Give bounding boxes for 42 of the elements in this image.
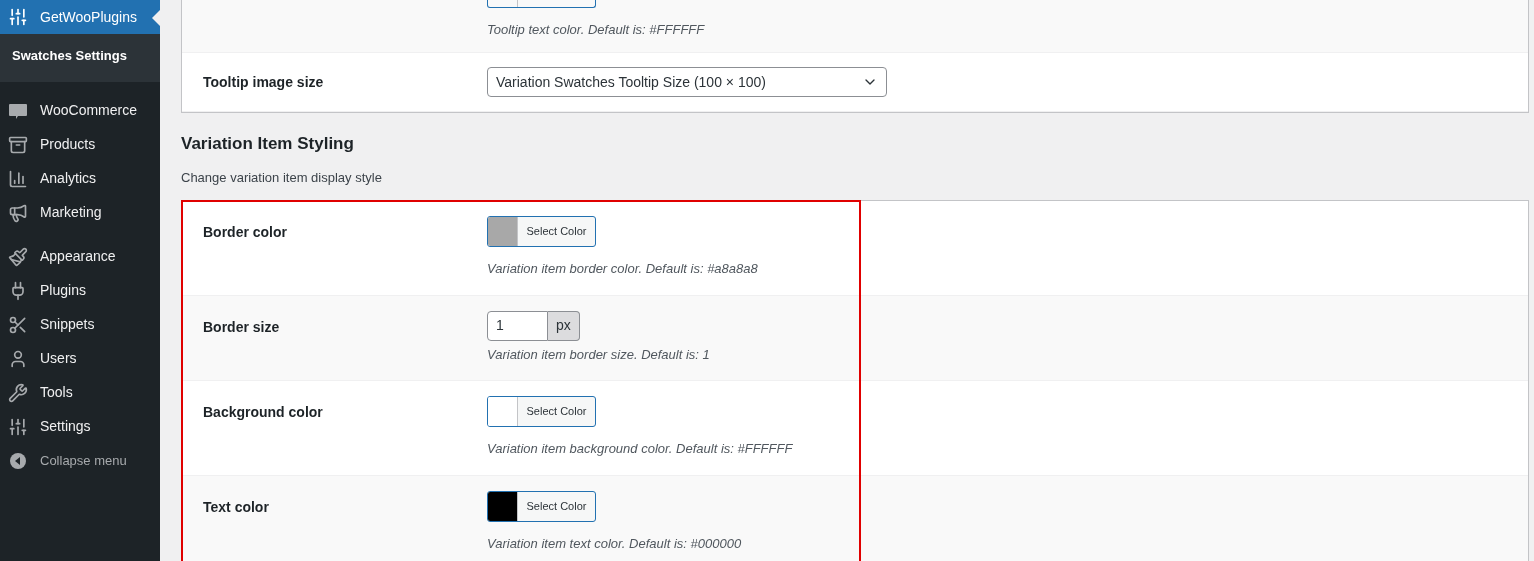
field-description: Variation item border color. Default is: #a8a8a8 bbox=[487, 260, 758, 278]
field-label: Background color bbox=[203, 403, 324, 422]
color-picker-button[interactable]: Select Color bbox=[487, 396, 596, 427]
collapse-menu-button[interactable]: Collapse menu bbox=[0, 443, 160, 478]
sliders-icon bbox=[8, 7, 28, 27]
unit-label: px bbox=[548, 310, 580, 341]
number-field[interactable]: 1 bbox=[487, 310, 548, 341]
field-label: Tooltip image size bbox=[203, 74, 324, 90]
archive-icon bbox=[8, 134, 28, 155]
field-description: Variation item background color. Default is: #FFFFFF bbox=[487, 440, 793, 458]
color-picker-button[interactable] bbox=[487, 0, 596, 8]
color-picker-button[interactable]: Select Color bbox=[487, 216, 596, 247]
color-picker-button[interactable]: Select Color bbox=[487, 490, 596, 522]
collapse-icon bbox=[8, 450, 28, 471]
section-title: Variation Item Styling bbox=[181, 133, 355, 155]
field-label: Border color bbox=[203, 223, 288, 242]
menu-item[interactable]: Snippets bbox=[0, 307, 160, 342]
field-description: Variation item text color. Default is: #000000 bbox=[487, 534, 742, 553]
field-label: Border size bbox=[203, 317, 281, 337]
field-label: Text color bbox=[203, 497, 270, 517]
size-dropdown[interactable]: Variation Swatches Tooltip Size (100 × 100) bbox=[487, 67, 887, 97]
menu-item[interactable]: Appearance bbox=[0, 239, 160, 274]
menu-item[interactable]: Settings bbox=[0, 409, 160, 444]
menu-item[interactable]: Users bbox=[0, 341, 160, 376]
menu-item[interactable]: Marketing bbox=[0, 195, 160, 230]
megaphone-icon bbox=[8, 202, 28, 223]
menu-item[interactable]: Tools bbox=[0, 375, 160, 410]
field-description: Tooltip text color. Default is: #FFFFFF bbox=[487, 21, 705, 39]
menu-item[interactable]: Products bbox=[0, 127, 160, 162]
paintbrush-icon bbox=[8, 246, 28, 267]
menu-item[interactable]: GetWooPlugins bbox=[0, 0, 160, 34]
bar-chart-icon bbox=[8, 168, 28, 189]
section-description: Change variation item display style bbox=[181, 168, 383, 187]
field-description: Variation item border size. Default is: 1 bbox=[487, 345, 710, 364]
menu-item[interactable]: Plugins bbox=[0, 273, 160, 308]
menu-item[interactable]: Analytics bbox=[0, 161, 160, 196]
wrench-icon bbox=[8, 382, 28, 403]
current-arrow-icon bbox=[152, 10, 160, 26]
menu-item[interactable]: WooCommerce bbox=[0, 93, 160, 128]
user-icon bbox=[8, 348, 28, 369]
sliders-icon bbox=[8, 416, 28, 437]
scissors-icon bbox=[8, 314, 28, 335]
